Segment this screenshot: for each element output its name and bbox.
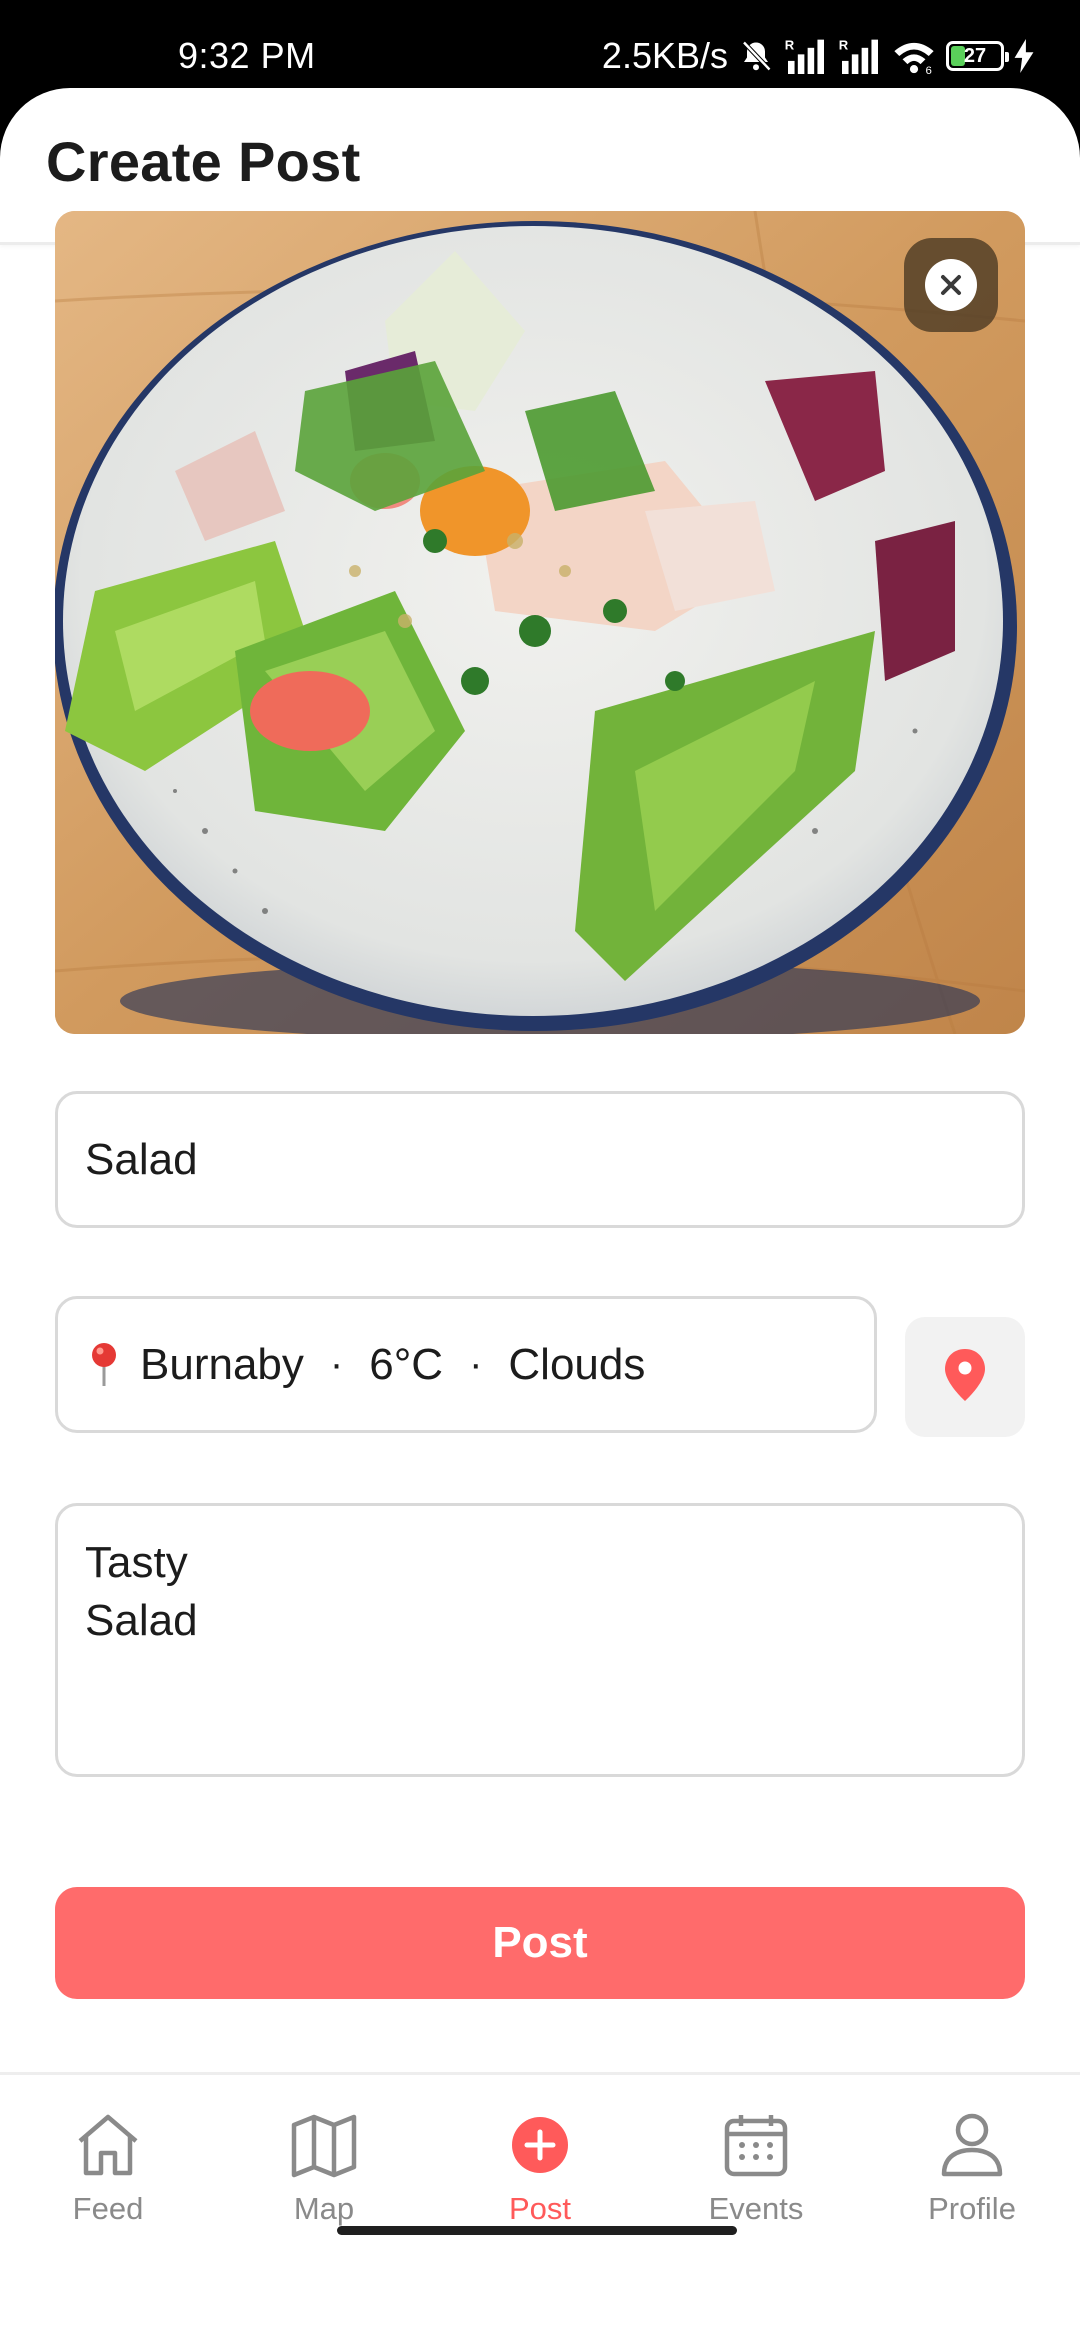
- charging-bolt-icon: [1014, 39, 1034, 73]
- use-location-button[interactable]: [905, 1317, 1025, 1437]
- nav-item-profile[interactable]: Profile: [864, 2075, 1080, 2255]
- nav-label: Feed: [72, 2191, 144, 2226]
- location-pin-icon: [943, 1347, 987, 1408]
- map-icon: [288, 2109, 360, 2181]
- location-field[interactable]: Burnaby · 6°C · Clouds: [55, 1296, 877, 1433]
- description-textarea[interactable]: Tasty Salad: [55, 1503, 1025, 1777]
- separator: ·: [469, 1342, 483, 1386]
- status-bar: 9:32 PM 2.5KB/s R R 6 27: [0, 0, 1080, 90]
- location-temperature: 6°C: [369, 1339, 444, 1389]
- title-input[interactable]: Salad: [55, 1091, 1025, 1228]
- close-icon: [925, 259, 977, 311]
- status-icons: 2.5KB/s R R 6 27: [602, 36, 1034, 76]
- nav-label: Profile: [928, 2191, 1016, 2226]
- signal-icon: R: [784, 38, 828, 74]
- remove-photo-button[interactable]: [904, 238, 998, 332]
- map-pin-icon: [90, 1342, 118, 1388]
- svg-text:R: R: [839, 38, 849, 52]
- plus-circle-icon: [504, 2109, 576, 2181]
- person-icon: [936, 2109, 1008, 2181]
- status-time: 9:32 PM: [178, 35, 316, 76]
- title-input-value: Salad: [85, 1134, 198, 1184]
- battery-icon: 27: [946, 41, 1009, 71]
- bell-off-icon: [738, 38, 774, 74]
- post-button[interactable]: Post: [55, 1887, 1025, 1999]
- nav-label: Post: [508, 2191, 572, 2226]
- network-speed: 2.5KB/s: [601, 35, 728, 76]
- svg-text:6: 6: [925, 65, 931, 74]
- page-title: Create Post: [46, 130, 361, 193]
- location-weather: Clouds: [508, 1339, 646, 1389]
- nav-label: Map: [293, 2191, 355, 2226]
- location-city: Burnaby: [140, 1339, 304, 1389]
- wifi-icon: 6: [892, 38, 936, 74]
- nav-item-feed[interactable]: Feed: [0, 2075, 216, 2255]
- battery-level: 27: [963, 44, 987, 67]
- signal-icon: R: [838, 38, 882, 74]
- nav-label: Events: [708, 2191, 804, 2226]
- home-icon: [72, 2109, 144, 2181]
- home-indicator[interactable]: [337, 2226, 737, 2235]
- separator: ·: [329, 1342, 344, 1386]
- calendar-icon: [720, 2109, 792, 2181]
- svg-text:R: R: [785, 38, 795, 52]
- salad-photo: [55, 211, 1025, 1034]
